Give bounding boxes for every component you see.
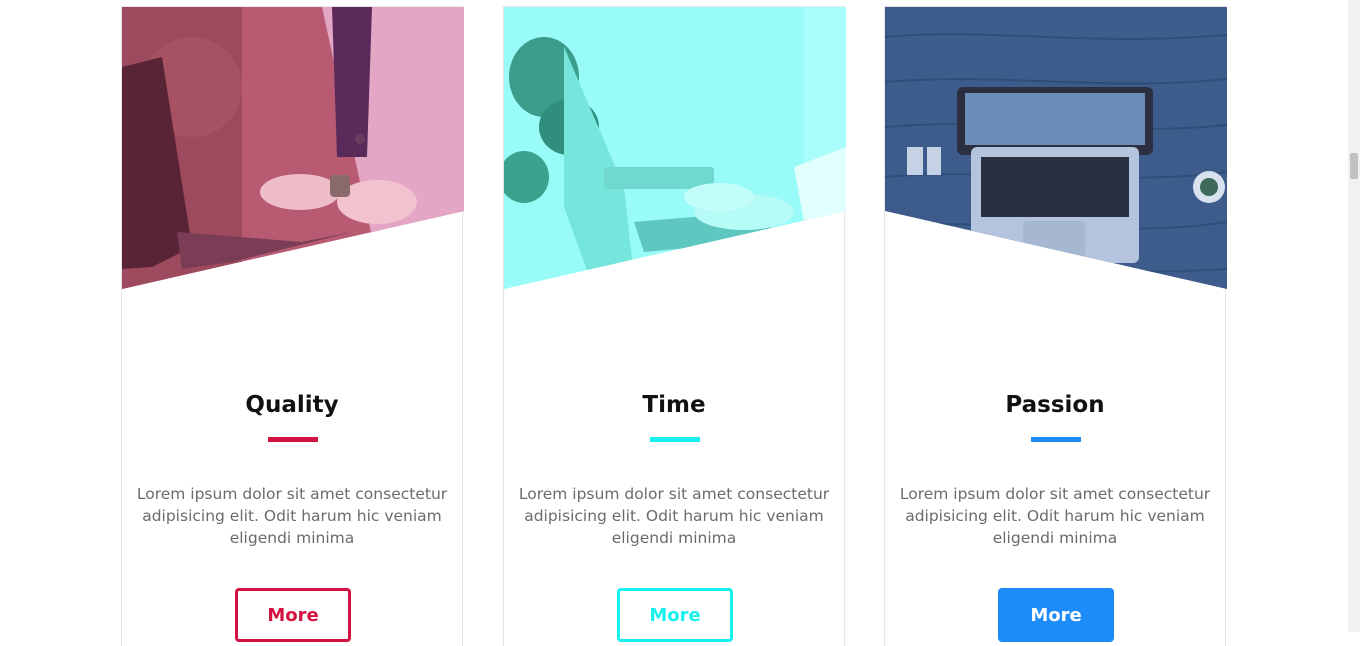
title-underline — [650, 437, 700, 442]
card-quality: Quality Lorem ipsum dolor sit amet conse… — [121, 6, 464, 646]
feature-cards: Quality Lorem ipsum dolor sit amet conse… — [0, 0, 1348, 646]
card-title: Passion — [1005, 392, 1105, 418]
more-button[interactable]: More — [235, 588, 351, 642]
scrollbar-thumb[interactable] — [1350, 153, 1358, 179]
more-button[interactable]: More — [617, 588, 733, 642]
card-title: Quality — [245, 392, 339, 418]
card-time: Time Lorem ipsum dolor sit amet consecte… — [503, 6, 846, 646]
card-passion: Passion Lorem ipsum dolor sit amet conse… — [884, 6, 1227, 646]
card-image-time — [504, 7, 846, 289]
title-underline — [1031, 437, 1081, 442]
card-description: Lorem ipsum dolor sit amet consectetur a… — [518, 485, 830, 547]
page-scrollbar[interactable] — [1348, 0, 1360, 632]
more-button[interactable]: More — [998, 588, 1114, 642]
card-title: Time — [642, 392, 706, 418]
card-description: Lorem ipsum dolor sit amet consectetur a… — [136, 485, 448, 547]
card-image-passion — [885, 7, 1227, 289]
card-image-quality — [122, 7, 464, 289]
title-underline — [268, 437, 318, 442]
card-description: Lorem ipsum dolor sit amet consectetur a… — [899, 485, 1211, 547]
